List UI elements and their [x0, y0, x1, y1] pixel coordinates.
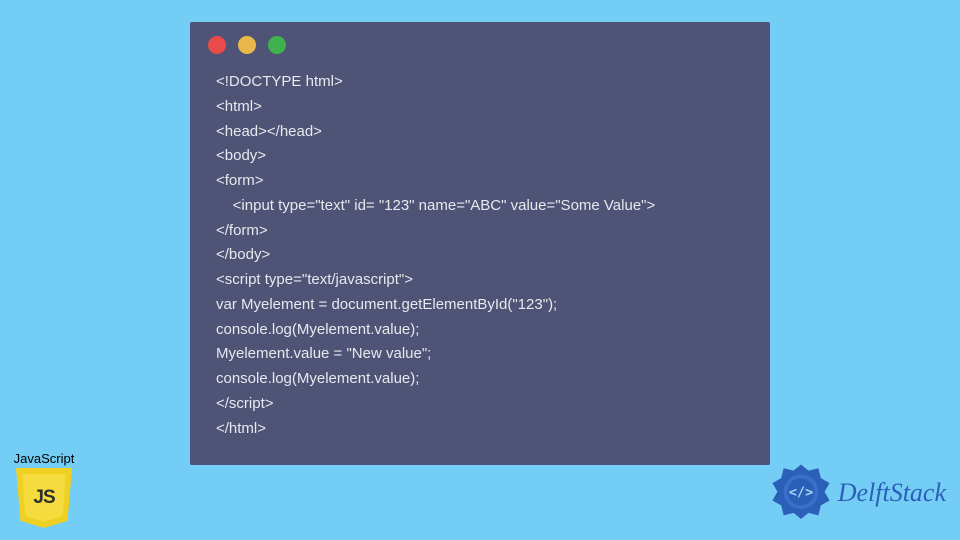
svg-text:</>: </> [788, 485, 813, 501]
minimize-icon [238, 36, 256, 54]
javascript-shield-text: JS [22, 474, 66, 522]
maximize-icon [268, 36, 286, 54]
delftstack-brand: </> DelftStack [770, 462, 946, 524]
javascript-badge: JavaScript JS [8, 451, 80, 528]
window-titlebar [190, 22, 770, 64]
javascript-shield-icon: JS [16, 468, 72, 528]
delftstack-name: DelftStack [838, 478, 946, 508]
code-window: <!DOCTYPE html> <html> <head></head> <bo… [190, 22, 770, 465]
javascript-label: JavaScript [8, 451, 80, 466]
close-icon [208, 36, 226, 54]
delftstack-logo-icon: </> [770, 462, 832, 524]
code-content: <!DOCTYPE html> <html> <head></head> <bo… [190, 64, 770, 447]
